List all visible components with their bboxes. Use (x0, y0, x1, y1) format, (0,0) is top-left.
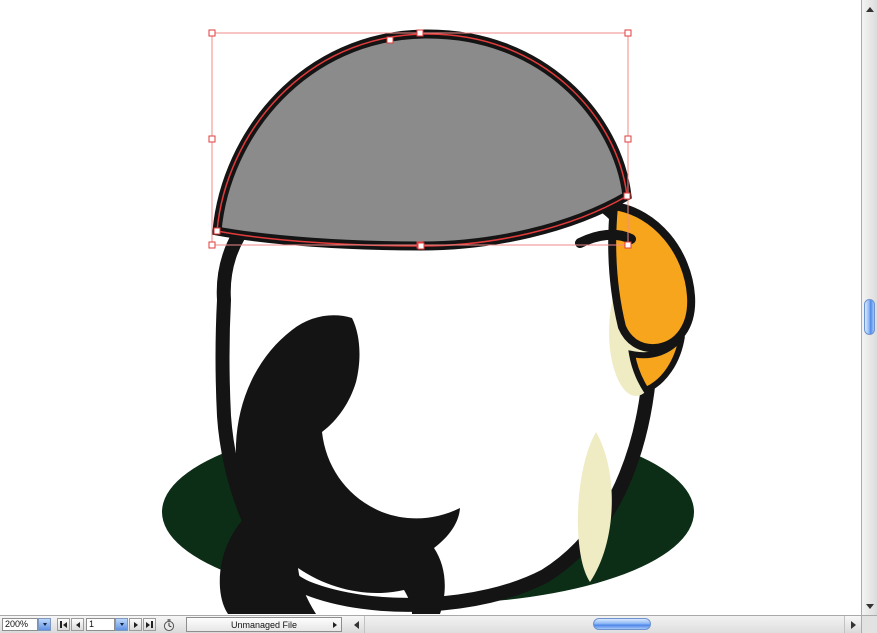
selection-handle[interactable] (208, 135, 216, 143)
cap-shape[interactable] (212, 29, 632, 251)
page-popup-button[interactable] (115, 618, 128, 631)
anchor-point-handle[interactable] (623, 192, 631, 200)
selection-handle[interactable] (208, 241, 216, 249)
selection-handle[interactable] (624, 135, 632, 143)
anchor-point-handle[interactable] (386, 36, 394, 44)
selection-handle[interactable] (208, 29, 216, 37)
last-page-icon (146, 621, 151, 628)
anchor-point-handle[interactable] (213, 227, 221, 235)
app-window: 200% 1 Unmanaged File (0, 0, 877, 633)
status-bar: 200% 1 Unmanaged File (0, 615, 861, 633)
artboard-canvas[interactable] (0, 0, 861, 615)
down-arrow-icon (865, 603, 874, 609)
scroll-up-button[interactable] (862, 1, 877, 17)
next-page-button[interactable] (129, 618, 142, 631)
scroll-right-button[interactable] (845, 616, 861, 633)
popup-arrow-icon (119, 623, 124, 626)
first-page-button[interactable] (57, 618, 70, 631)
up-arrow-icon (865, 6, 874, 12)
horizontal-scrollbar-thumb[interactable] (593, 618, 651, 630)
last-page-button[interactable] (143, 618, 156, 631)
status-popup-button[interactable]: Unmanaged File (186, 617, 342, 632)
scroll-left-button[interactable] (348, 616, 364, 633)
selection-handle[interactable] (416, 29, 424, 37)
prev-page-icon (75, 621, 80, 628)
selection-handle[interactable] (624, 29, 632, 37)
left-arrow-icon (353, 620, 359, 629)
anchor-point-handle[interactable] (417, 242, 425, 250)
vertical-scrollbar-thumb[interactable] (864, 299, 875, 335)
selection-handle[interactable] (624, 241, 632, 249)
next-page-icon (133, 621, 138, 628)
vertical-scrollbar[interactable] (861, 0, 877, 615)
popup-arrow-icon (42, 623, 47, 626)
first-page-icon (62, 621, 67, 628)
zoom-level-field[interactable]: 200% (2, 618, 38, 631)
page-number-field[interactable]: 1 (86, 618, 115, 631)
horizontal-scrollbar[interactable] (364, 616, 845, 633)
zoom-popup-button[interactable] (38, 618, 51, 631)
version-cue-status-icon[interactable] (162, 618, 176, 632)
scroll-down-button[interactable] (862, 598, 877, 614)
artwork-svg (162, 29, 696, 614)
right-arrow-icon (850, 620, 856, 629)
scrollbar-corner (861, 615, 877, 633)
status-menu-arrow-icon (333, 622, 337, 628)
previous-page-button[interactable] (71, 618, 84, 631)
status-text: Unmanaged File (230, 619, 298, 630)
beak-upper-shape[interactable] (608, 201, 696, 353)
